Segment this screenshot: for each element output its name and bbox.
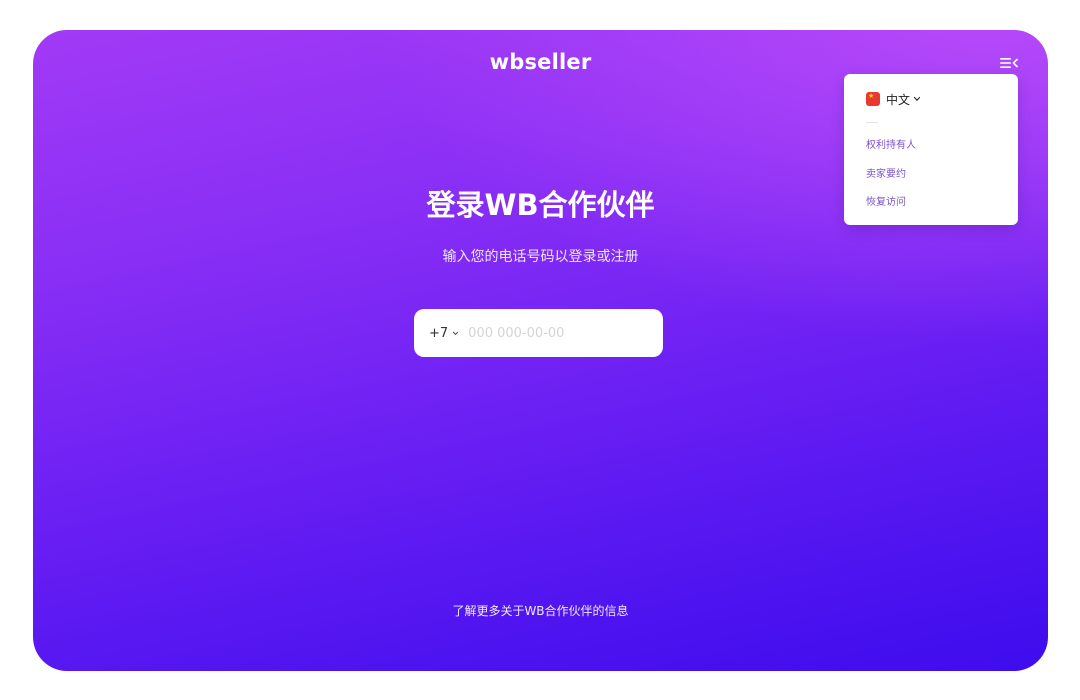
country-code: +7 <box>429 325 449 341</box>
page-title: 登录WB合作伙伴 <box>426 188 655 222</box>
china-flag-icon: ★ <box>866 92 880 106</box>
language-label: 中文 <box>886 92 911 107</box>
menu-icon[interactable] <box>999 55 1019 71</box>
phone-number-input[interactable] <box>468 325 609 341</box>
wbseller-logo[interactable]: wbseller <box>33 50 1048 74</box>
learn-more-footer: 了解更多关于WB合作伙伴的信息 <box>33 602 1048 619</box>
menu-item-rights-holders[interactable]: 权利持有人 <box>866 136 916 151</box>
phone-field: +7 <box>414 309 663 357</box>
page-subtitle: 输入您的电话号码以登录或注册 <box>442 249 639 265</box>
learn-more-link[interactable]: 了解更多关于WB合作伙伴的信息 <box>452 604 628 618</box>
chevron-down-icon <box>913 96 921 102</box>
chevron-down-icon <box>453 331 459 335</box>
language-selector[interactable]: ★ 中文 <box>866 91 921 107</box>
menu-item-seller-offer[interactable]: 卖家要约 <box>866 165 906 180</box>
menu-divider <box>866 122 878 123</box>
login-page: wbseller ★ 中文 权利持有人 卖家要约 恢复访问 登录WB合作伙伴 输… <box>33 30 1048 671</box>
country-code-selector[interactable]: +7 <box>429 326 459 341</box>
